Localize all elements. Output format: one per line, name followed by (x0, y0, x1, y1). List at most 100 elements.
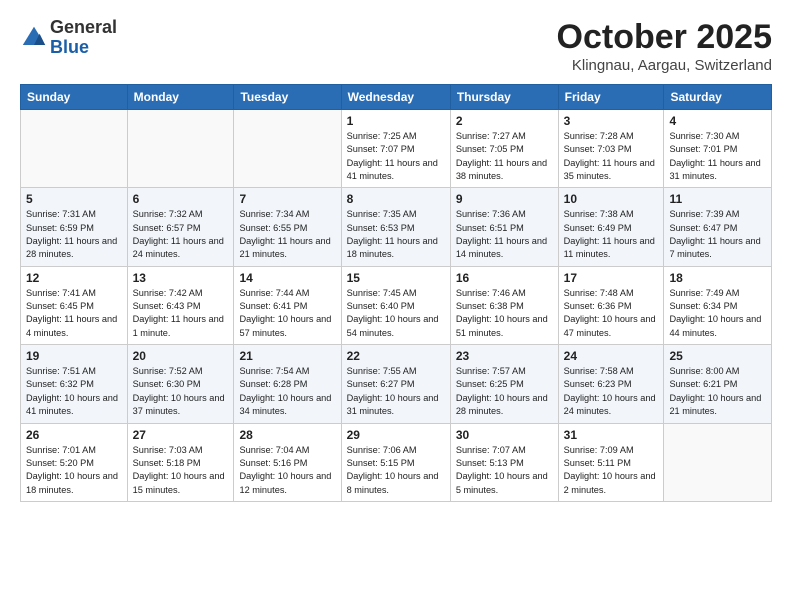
col-monday: Monday (127, 85, 234, 110)
day-number: 3 (564, 114, 659, 128)
table-row: 9Sunrise: 7:36 AMSunset: 6:51 PMDaylight… (450, 188, 558, 266)
table-row: 25 Sunrise: 8:00 AMSunset: 6:21 PMDayligh… (664, 345, 772, 423)
table-row: 4 Sunrise: 7:30 AMSunset: 7:01 PMDaylight… (664, 110, 772, 188)
col-saturday: Saturday (664, 85, 772, 110)
day-number: 13 (133, 271, 229, 285)
title-block: October 2025 Klingnau, Aargau, Switzerla… (557, 18, 772, 74)
day-number: 2 (456, 114, 553, 128)
day-info: Sunrise: 7:06 AMSunset: 5:15 PMDaylight:… (347, 444, 445, 497)
table-row: 14 Sunrise: 7:44 AMSunset: 6:41 PMDayligh… (234, 266, 341, 344)
day-number: 19 (26, 349, 122, 363)
calendar-week-row: 1 Sunrise: 7:25 AMSunset: 7:07 PMDaylight… (21, 110, 772, 188)
day-number: 27 (133, 428, 229, 442)
table-row (234, 110, 341, 188)
col-thursday: Thursday (450, 85, 558, 110)
day-info: Sunrise: 7:58 AMSunset: 6:23 PMDaylight:… (564, 365, 659, 418)
day-info: Sunrise: 7:55 AMSunset: 6:27 PMDaylight:… (347, 365, 445, 418)
day-info: Sunrise: 7:39 AMSunset: 6:47 PMDaylight:… (669, 208, 766, 261)
day-number: 25 (669, 349, 766, 363)
calendar-week-row: 12Sunrise: 7:41 AMSunset: 6:45 PMDayligh… (21, 266, 772, 344)
day-info: Sunrise: 7:42 AMSunset: 6:43 PMDaylight:… (133, 287, 229, 340)
day-number: 1 (347, 114, 445, 128)
day-number: 30 (456, 428, 553, 442)
month-title: October 2025 (557, 18, 772, 57)
day-info: Sunrise: 7:32 AMSunset: 6:57 PMDaylight:… (133, 208, 229, 261)
day-number: 24 (564, 349, 659, 363)
table-row: 10Sunrise: 7:38 AMSunset: 6:49 PMDayligh… (558, 188, 664, 266)
location: Klingnau, Aargau, Switzerland (557, 57, 772, 74)
day-info: Sunrise: 7:01 AMSunset: 5:20 PMDaylight:… (26, 444, 122, 497)
col-tuesday: Tuesday (234, 85, 341, 110)
col-sunday: Sunday (21, 85, 128, 110)
day-info: Sunrise: 7:57 AMSunset: 6:25 PMDaylight:… (456, 365, 553, 418)
day-info: Sunrise: 8:00 AMSunset: 6:21 PMDaylight:… (669, 365, 766, 418)
day-info: Sunrise: 7:41 AMSunset: 6:45 PMDaylight:… (26, 287, 122, 340)
day-number: 16 (456, 271, 553, 285)
day-number: 31 (564, 428, 659, 442)
logo-blue: Blue (50, 37, 89, 57)
logo-general: General (50, 17, 117, 37)
table-row: 2 Sunrise: 7:27 AMSunset: 7:05 PMDaylight… (450, 110, 558, 188)
calendar-week-row: 5 Sunrise: 7:31 AMSunset: 6:59 PMDaylight… (21, 188, 772, 266)
calendar-week-row: 26 Sunrise: 7:01 AMSunset: 5:20 PMDayligh… (21, 423, 772, 501)
day-number: 18 (669, 271, 766, 285)
table-row: 16 Sunrise: 7:46 AMSunset: 6:38 PMDayligh… (450, 266, 558, 344)
table-row: 5 Sunrise: 7:31 AMSunset: 6:59 PMDaylight… (21, 188, 128, 266)
table-row: 27 Sunrise: 7:03 AMSunset: 5:18 PMDayligh… (127, 423, 234, 501)
day-info: Sunrise: 7:44 AMSunset: 6:41 PMDaylight:… (239, 287, 335, 340)
logo-icon (20, 24, 48, 52)
day-info: Sunrise: 7:34 AMSunset: 6:55 PMDaylight:… (239, 208, 335, 261)
table-row: 24 Sunrise: 7:58 AMSunset: 6:23 PMDayligh… (558, 345, 664, 423)
day-number: 29 (347, 428, 445, 442)
day-number: 26 (26, 428, 122, 442)
table-row: 21 Sunrise: 7:54 AMSunset: 6:28 PMDayligh… (234, 345, 341, 423)
day-number: 14 (239, 271, 335, 285)
logo-text: General Blue (50, 18, 117, 58)
day-info: Sunrise: 7:30 AMSunset: 7:01 PMDaylight:… (669, 130, 766, 183)
day-number: 21 (239, 349, 335, 363)
day-info: Sunrise: 7:54 AMSunset: 6:28 PMDaylight:… (239, 365, 335, 418)
day-info: Sunrise: 7:46 AMSunset: 6:38 PMDaylight:… (456, 287, 553, 340)
logo: General Blue (20, 18, 117, 58)
table-row: 11 Sunrise: 7:39 AMSunset: 6:47 PMDayligh… (664, 188, 772, 266)
header: General Blue October 2025 Klingnau, Aarg… (20, 18, 772, 74)
day-number: 15 (347, 271, 445, 285)
table-row: 17 Sunrise: 7:48 AMSunset: 6:36 PMDayligh… (558, 266, 664, 344)
table-row: 20Sunrise: 7:52 AMSunset: 6:30 PMDayligh… (127, 345, 234, 423)
day-info: Sunrise: 7:25 AMSunset: 7:07 PMDaylight:… (347, 130, 445, 183)
day-number: 20 (133, 349, 229, 363)
table-row: 31Sunrise: 7:09 AMSunset: 5:11 PMDayligh… (558, 423, 664, 501)
day-number: 4 (669, 114, 766, 128)
day-info: Sunrise: 7:51 AMSunset: 6:32 PMDaylight:… (26, 365, 122, 418)
table-row: 15Sunrise: 7:45 AMSunset: 6:40 PMDayligh… (341, 266, 450, 344)
day-number: 22 (347, 349, 445, 363)
table-row (21, 110, 128, 188)
table-row: 6 Sunrise: 7:32 AMSunset: 6:57 PMDaylight… (127, 188, 234, 266)
day-number: 10 (564, 192, 659, 206)
day-number: 5 (26, 192, 122, 206)
page: General Blue October 2025 Klingnau, Aarg… (0, 0, 792, 612)
day-info: Sunrise: 7:03 AMSunset: 5:18 PMDaylight:… (133, 444, 229, 497)
calendar-header-row: Sunday Monday Tuesday Wednesday Thursday… (21, 85, 772, 110)
table-row: 1 Sunrise: 7:25 AMSunset: 7:07 PMDaylight… (341, 110, 450, 188)
calendar-week-row: 19 Sunrise: 7:51 AMSunset: 6:32 PMDayligh… (21, 345, 772, 423)
day-info: Sunrise: 7:27 AMSunset: 7:05 PMDaylight:… (456, 130, 553, 183)
col-friday: Friday (558, 85, 664, 110)
table-row: 26 Sunrise: 7:01 AMSunset: 5:20 PMDayligh… (21, 423, 128, 501)
day-info: Sunrise: 7:35 AMSunset: 6:53 PMDaylight:… (347, 208, 445, 261)
day-number: 17 (564, 271, 659, 285)
day-info: Sunrise: 7:04 AMSunset: 5:16 PMDaylight:… (239, 444, 335, 497)
table-row: 22 Sunrise: 7:55 AMSunset: 6:27 PMDayligh… (341, 345, 450, 423)
table-row: 23Sunrise: 7:57 AMSunset: 6:25 PMDayligh… (450, 345, 558, 423)
day-number: 8 (347, 192, 445, 206)
table-row: 28Sunrise: 7:04 AMSunset: 5:16 PMDayligh… (234, 423, 341, 501)
day-info: Sunrise: 7:31 AMSunset: 6:59 PMDaylight:… (26, 208, 122, 261)
table-row: 7Sunrise: 7:34 AMSunset: 6:55 PMDaylight… (234, 188, 341, 266)
day-number: 6 (133, 192, 229, 206)
table-row (664, 423, 772, 501)
table-row: 3 Sunrise: 7:28 AMSunset: 7:03 PMDaylight… (558, 110, 664, 188)
day-info: Sunrise: 7:48 AMSunset: 6:36 PMDaylight:… (564, 287, 659, 340)
day-number: 11 (669, 192, 766, 206)
day-number: 9 (456, 192, 553, 206)
day-info: Sunrise: 7:28 AMSunset: 7:03 PMDaylight:… (564, 130, 659, 183)
